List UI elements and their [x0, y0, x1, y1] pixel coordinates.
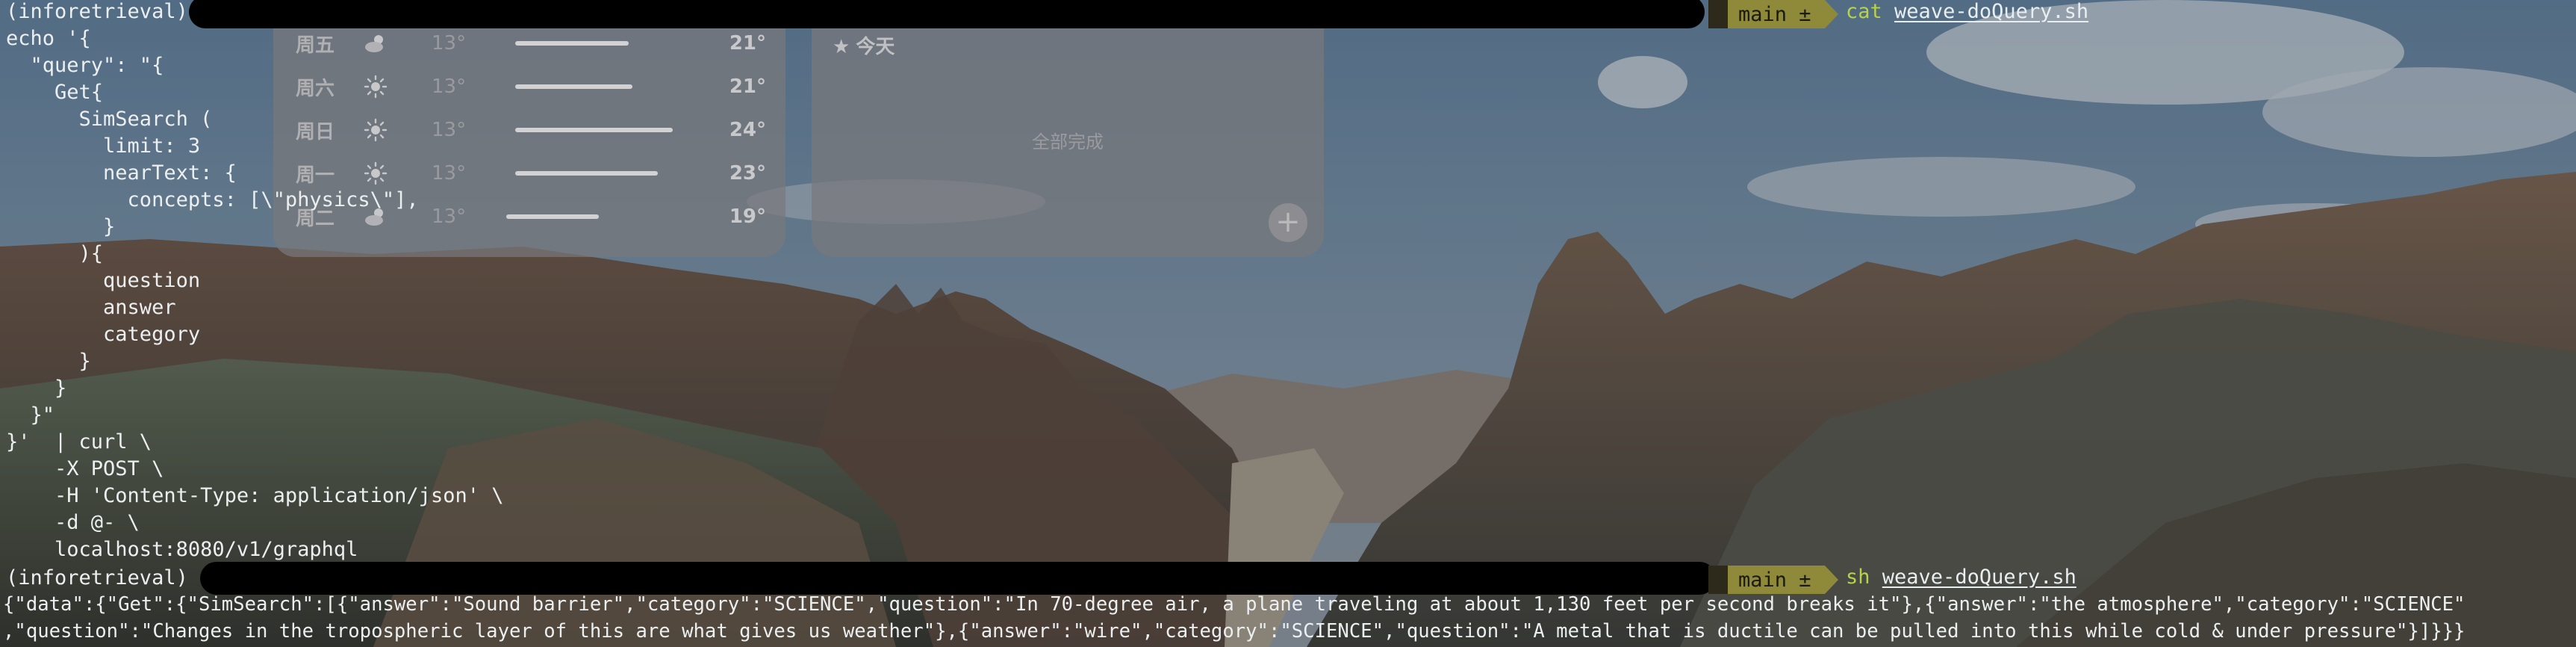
terminal-window[interactable]: (inforetrieval) main ± cat weave-doQuery… — [0, 0, 2576, 647]
git-branch-indicator: main ± — [1708, 0, 1838, 28]
file-line: echo '{ — [6, 27, 91, 50]
file-line: -d @- \ — [6, 511, 140, 534]
file-line: -X POST \ — [6, 457, 164, 480]
output-line: {"data":{"Get":{"SimSearch":[{"answer":"… — [3, 593, 2465, 616]
branch-label: main ± — [1728, 0, 1825, 28]
file-line: SimSearch ( — [6, 108, 213, 131]
git-branch-indicator-2: main ± — [1708, 566, 1838, 594]
file-line: Get{ — [6, 81, 104, 104]
command-arg[interactable]: weave-doQuery.sh — [1882, 566, 2076, 589]
file-line: } — [6, 215, 116, 238]
command-line-sh[interactable]: sh weave-doQuery.sh — [1846, 566, 2076, 589]
file-line: }" — [6, 403, 55, 427]
prompt-env-label: (inforetrieval) — [6, 0, 188, 23]
command-name: cat — [1846, 0, 1882, 23]
prompt-arrow-icon — [1824, 0, 1838, 28]
file-line: } — [6, 377, 67, 400]
prompt-arrow-icon — [1824, 566, 1838, 594]
command-line-cat[interactable]: cat weave-doQuery.sh — [1846, 0, 2088, 23]
redacted-path-bar-2 — [200, 562, 1716, 595]
branch-icon — [1708, 566, 1728, 594]
branch-icon — [1708, 0, 1728, 28]
file-line: question — [6, 269, 201, 292]
command-arg[interactable]: weave-doQuery.sh — [1894, 0, 2088, 23]
file-line: nearText: { — [6, 161, 237, 185]
file-line: } — [6, 350, 91, 373]
file-line: "query": "{ — [6, 54, 164, 77]
output-line: ,"question":"Changes in the tropospheric… — [3, 620, 2465, 643]
file-line: ){ — [6, 242, 104, 265]
branch-label: main ± — [1728, 566, 1825, 594]
file-line: concepts: [\"physics\"], — [6, 188, 419, 211]
file-line: category — [6, 323, 201, 346]
file-line: -H 'Content-Type: application/json' \ — [6, 484, 504, 507]
command-name: sh — [1846, 566, 1870, 589]
file-line: }' | curl \ — [6, 430, 152, 453]
redacted-path-bar — [189, 0, 1705, 28]
file-line: answer — [6, 296, 176, 319]
prompt-env-label-2: (inforetrieval) — [6, 566, 188, 589]
file-line: localhost:8080/v1/graphql — [6, 538, 358, 561]
file-line: limit: 3 — [6, 134, 201, 158]
